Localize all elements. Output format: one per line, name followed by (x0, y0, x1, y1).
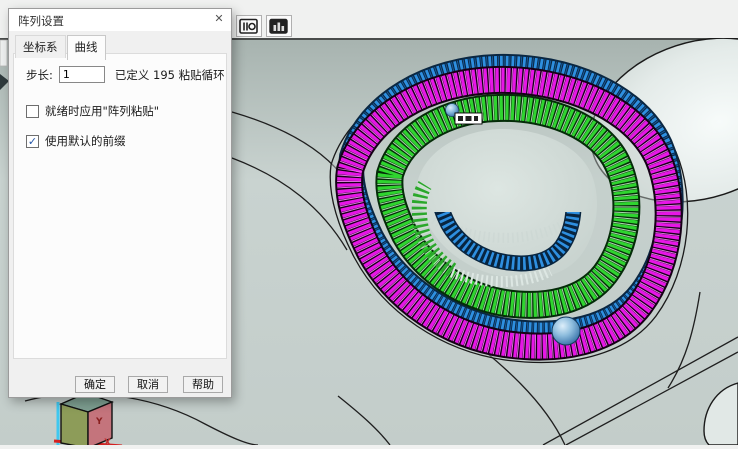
help-button[interactable]: 帮助 (183, 376, 223, 393)
step-info-text: 已定义 195 粘贴循环 (115, 67, 225, 83)
dialog-tabs: 坐标系 曲线 (15, 35, 231, 58)
array-track-model (349, 67, 671, 347)
cancel-button[interactable]: 取消 (128, 376, 168, 393)
apply-array-paste-row: 就绪时应用"阵列粘贴" (26, 103, 226, 119)
toolbar-button-histogram[interactable] (266, 15, 292, 37)
tab-curve[interactable]: 曲线 (67, 35, 106, 60)
model-tag (455, 113, 482, 124)
curve-tab-pane: 步长: 已定义 195 粘贴循环 就绪时应用"阵列粘贴" ✓ 使用默认的前缀 (13, 53, 227, 359)
step-row: 步长: 已定义 195 粘贴循环 (26, 66, 226, 83)
step-input[interactable] (59, 66, 105, 83)
array-settings-dialog: 阵列设置 ✕ 坐标系 曲线 步长: 已定义 195 粘贴循环 就绪时应用"阵列粘… (8, 8, 232, 398)
ok-button[interactable]: 确定 (75, 376, 115, 393)
default-prefix-row: ✓ 使用默认的前缀 (26, 133, 226, 149)
section-view-icon (239, 18, 259, 35)
step-label: 步长: (26, 67, 53, 83)
toolbar-button-section-view[interactable] (236, 15, 262, 37)
apply-array-paste-checkbox[interactable] (26, 105, 39, 118)
histogram-icon (269, 18, 289, 35)
cube-left-face (61, 404, 88, 445)
triad-y-label: Y (95, 417, 103, 427)
apply-array-paste-label: 就绪时应用"阵列粘贴" (45, 103, 159, 119)
dialog-title: 阵列设置 (18, 13, 64, 29)
default-prefix-label: 使用默认的前缀 (45, 133, 126, 149)
tab-coordinate-system[interactable]: 坐标系 (15, 35, 66, 58)
close-icon[interactable]: ✕ (210, 11, 228, 28)
checkmark-icon: ✓ (28, 136, 37, 147)
dialog-button-row: 确定 取消 帮助 (9, 359, 231, 397)
dialog-titlebar[interactable]: 阵列设置 ✕ (9, 9, 231, 31)
triad-x-label: X (104, 438, 111, 445)
tool-sphere (552, 317, 580, 345)
default-prefix-checkbox[interactable]: ✓ (26, 135, 39, 148)
